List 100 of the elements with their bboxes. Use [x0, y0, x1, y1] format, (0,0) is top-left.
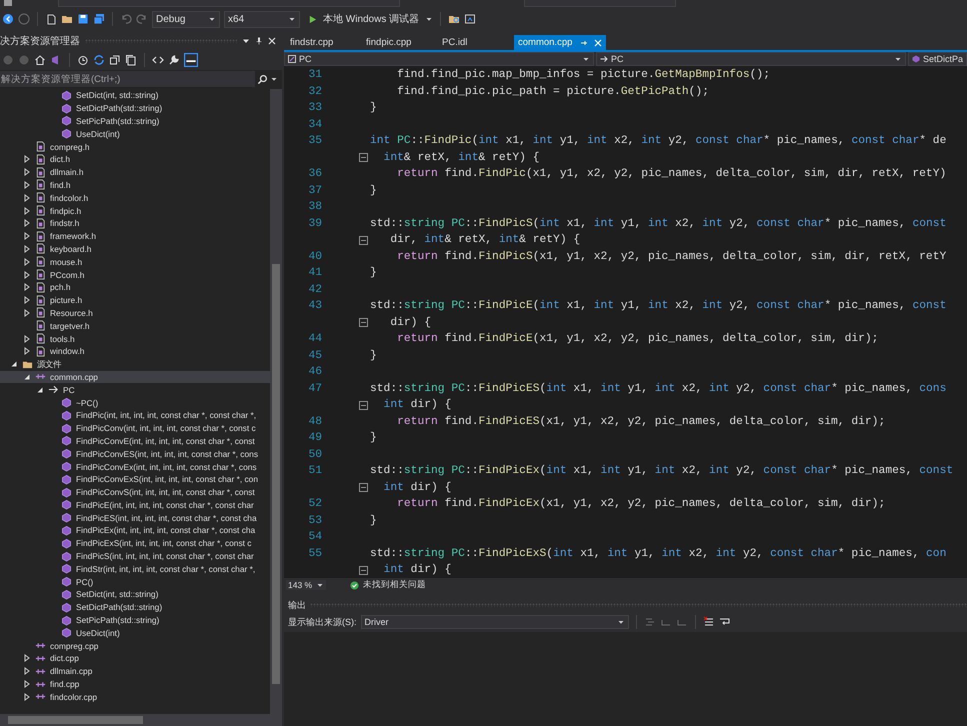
collapse-icon[interactable] — [359, 318, 368, 328]
save-all-icon[interactable] — [93, 13, 105, 25]
collapsed-caret-icon[interactable] — [23, 270, 31, 279]
tree-item[interactable]: find.cpp — [0, 678, 270, 690]
run-debugger-button[interactable]: 本地 Windows 调试器 — [321, 11, 422, 27]
collapsed-caret-icon[interactable] — [23, 296, 31, 304]
tree-item[interactable]: PCcom.h — [0, 268, 270, 281]
collapsed-caret-icon[interactable] — [23, 680, 31, 688]
collapsed-caret-icon[interactable] — [23, 654, 31, 662]
tree-item[interactable]: FindStr(int, int, int, int, const char *, const char *, — [0, 562, 270, 576]
tree-item[interactable]: keyboard.h — [0, 242, 270, 256]
tree-item[interactable]: findstr.h — [0, 216, 270, 230]
collapsed-caret-icon[interactable] — [23, 692, 31, 701]
editor-tab[interactable]: common.cpp — [514, 35, 606, 50]
tree-item[interactable]: compreg.cpp — [0, 639, 270, 652]
member-dropdown[interactable]: PC — [596, 52, 906, 66]
tree-item[interactable]: targetver.h — [0, 319, 270, 332]
clear-all-icon[interactable] — [702, 616, 714, 628]
search-icon[interactable] — [257, 74, 268, 84]
collapsed-caret-icon[interactable] — [23, 180, 31, 189]
output-source-dropdown[interactable]: Driver — [360, 615, 628, 629]
horizontal-scrollbar[interactable] — [0, 714, 282, 726]
collapsed-caret-icon[interactable] — [23, 667, 31, 676]
undo-icon[interactable] — [120, 13, 132, 25]
tree-item[interactable]: FindPicConv(int, int, int, int, const char *, const c — [0, 422, 270, 435]
collapse-icon[interactable] — [359, 400, 368, 410]
tree-item[interactable]: FindPicConvExS(int, int, int, int, const char *, con — [0, 472, 270, 486]
issues-status[interactable]: 未找到相关问题 — [363, 579, 426, 591]
collapsed-caret-icon[interactable] — [23, 308, 31, 317]
pin-icon[interactable] — [255, 37, 263, 45]
dropdown-caret-icon[interactable] — [616, 618, 624, 626]
dropdown-caret-icon[interactable] — [242, 37, 250, 45]
window-icon[interactable] — [464, 13, 476, 25]
collapsed-caret-icon[interactable] — [23, 258, 31, 266]
new-item-icon[interactable] — [45, 13, 57, 25]
configuration-dropdown[interactable]: Debug — [152, 10, 220, 28]
tree-item[interactable]: FindPic(int, int, int, int, const char *, const char *, — [0, 408, 270, 422]
collapsed-caret-icon[interactable] — [23, 168, 31, 176]
zoom-dropdown[interactable]: 143 % — [286, 580, 326, 590]
tree-item[interactable]: FindPicConvS(int, int, int, int, const char *, const — [0, 486, 270, 498]
pin-icon[interactable] — [580, 38, 588, 46]
collapsed-caret-icon[interactable] — [23, 219, 31, 228]
tree-item[interactable]: SetDictPath(std::string) — [0, 600, 270, 614]
tree-item[interactable]: compreg.h — [0, 140, 270, 153]
find-in-folder-icon[interactable] — [448, 13, 460, 25]
tree-item[interactable]: mouse.h — [0, 255, 270, 268]
code-icon[interactable] — [152, 54, 164, 66]
tree-item[interactable]: FindPicExS(int, int, int, int, const char *, const c — [0, 536, 270, 550]
dropdown-caret-icon[interactable] — [425, 15, 434, 23]
tree-item[interactable]: FindPicConvE(int, int, int, int, const char *, const — [0, 434, 270, 448]
tree-item[interactable]: findcolor.cpp — [0, 690, 270, 704]
expanded-caret-icon[interactable] — [23, 372, 31, 381]
collapse-icon[interactable] — [359, 566, 368, 575]
dropdown-caret-icon[interactable] — [270, 75, 278, 83]
tree-item[interactable]: FindPicEx(int, int, int, int, const char *, const cha — [0, 524, 270, 537]
preview-toggle-icon[interactable] — [184, 53, 198, 67]
tree-item[interactable]: tools.h — [0, 332, 270, 345]
collapsed-caret-icon[interactable] — [23, 283, 31, 292]
home-icon[interactable] — [34, 54, 46, 66]
dropdown-caret-icon[interactable] — [582, 55, 590, 63]
tree-item[interactable]: SetDict(int, std::string) — [0, 89, 270, 102]
collapse-icon[interactable] — [359, 153, 368, 162]
tree-item[interactable]: FindPicES(int, int, int, int, const char *, const cha — [0, 511, 270, 524]
expanded-caret-icon[interactable] — [36, 386, 44, 394]
tree-item[interactable]: SetDictPath(std::string) — [0, 102, 270, 115]
tree-item[interactable]: picture.h — [0, 294, 270, 307]
tree-item[interactable]: UseDict(int) — [0, 626, 270, 640]
save-icon[interactable] — [77, 13, 89, 25]
tree-item[interactable]: framework.h — [0, 230, 270, 243]
collapsed-caret-icon[interactable] — [23, 334, 31, 343]
collapse-icon[interactable] — [359, 236, 368, 245]
tree-item[interactable]: dict.h — [0, 152, 270, 166]
wrench-icon[interactable] — [168, 54, 180, 66]
tree-item[interactable]: ~PC() — [0, 396, 270, 409]
tree-item[interactable]: findpic.h — [0, 204, 270, 217]
tree-item[interactable]: PC() — [0, 575, 270, 588]
collapsed-caret-icon[interactable] — [23, 244, 31, 253]
go-to-line-icon[interactable] — [644, 616, 656, 628]
play-icon[interactable] — [308, 14, 317, 24]
collapsed-caret-icon[interactable] — [23, 347, 31, 356]
platform-dropdown[interactable]: x64 — [224, 10, 300, 28]
collapse-icon[interactable] — [359, 483, 368, 492]
vertical-scrollbar[interactable] — [270, 89, 282, 714]
tree-item[interactable]: SetDict(int, std::string) — [0, 588, 270, 601]
redo-icon[interactable] — [136, 13, 148, 25]
tree-item[interactable]: dllmain.h — [0, 166, 270, 179]
tree-item[interactable]: FindPicConvEx(int, int, int, int, const char *, cons — [0, 460, 270, 473]
tree-item[interactable]: UseDict(int) — [0, 127, 270, 140]
tree-item[interactable]: common.cpp — [0, 370, 270, 384]
tree-item[interactable]: findcolor.h — [0, 191, 270, 204]
function-dropdown[interactable]: SetDictPa — [908, 52, 967, 66]
dropdown-caret-icon[interactable] — [208, 15, 216, 23]
editor-tab[interactable]: findstr.cpp — [286, 35, 362, 50]
dropdown-caret-icon[interactable] — [288, 15, 296, 23]
dropdown-caret-icon[interactable] — [894, 55, 902, 63]
tree-item[interactable]: window.h — [0, 344, 270, 358]
collapsed-caret-icon[interactable] — [23, 194, 31, 202]
editor-tab[interactable]: findpic.cpp — [362, 35, 438, 50]
open-folder-icon[interactable] — [61, 13, 73, 25]
tree-item[interactable]: Resource.h — [0, 306, 270, 320]
